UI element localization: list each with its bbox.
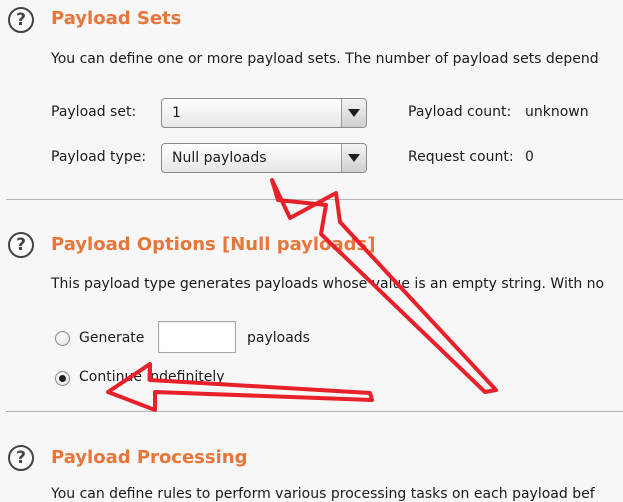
payload-sets-description: You can define one or more payload sets.… bbox=[51, 51, 599, 67]
chevron-down-icon[interactable] bbox=[341, 99, 366, 127]
payload-set-value: 1 bbox=[172, 105, 181, 121]
payload-processing-title: Payload Processing bbox=[51, 447, 248, 468]
request-count-value: 0 bbox=[525, 149, 534, 165]
payload-set-label: Payload set: bbox=[51, 104, 137, 120]
chevron-down-icon[interactable] bbox=[341, 144, 366, 172]
payload-type-value: Null payloads bbox=[172, 150, 267, 166]
help-icon[interactable]: ? bbox=[8, 445, 34, 471]
payload-count-label: Payload count: bbox=[408, 104, 512, 120]
generate-radio[interactable] bbox=[55, 331, 70, 346]
continue-indefinitely-label: Continue indefinitely bbox=[79, 369, 225, 385]
payload-type-select[interactable]: Null payloads bbox=[161, 143, 367, 173]
payload-sets-title: Payload Sets bbox=[51, 8, 182, 29]
generate-count-input[interactable] bbox=[158, 321, 236, 353]
payload-type-label: Payload type: bbox=[51, 149, 147, 165]
section-divider bbox=[6, 199, 623, 200]
generate-label: Generate bbox=[79, 330, 145, 346]
continue-indefinitely-radio[interactable] bbox=[55, 371, 70, 386]
payload-set-select[interactable]: 1 bbox=[161, 98, 367, 128]
help-icon[interactable]: ? bbox=[8, 232, 34, 258]
payload-options-description: This payload type generates payloads who… bbox=[51, 276, 605, 292]
payload-processing-description: You can define rules to perform various … bbox=[51, 486, 595, 502]
help-icon[interactable]: ? bbox=[8, 7, 34, 33]
section-divider bbox=[6, 411, 623, 412]
request-count-label: Request count: bbox=[408, 149, 514, 165]
payload-options-title: Payload Options [Null payloads] bbox=[51, 234, 376, 255]
payloads-suffix-label: payloads bbox=[247, 330, 310, 346]
payload-count-value: unknown bbox=[525, 104, 589, 120]
